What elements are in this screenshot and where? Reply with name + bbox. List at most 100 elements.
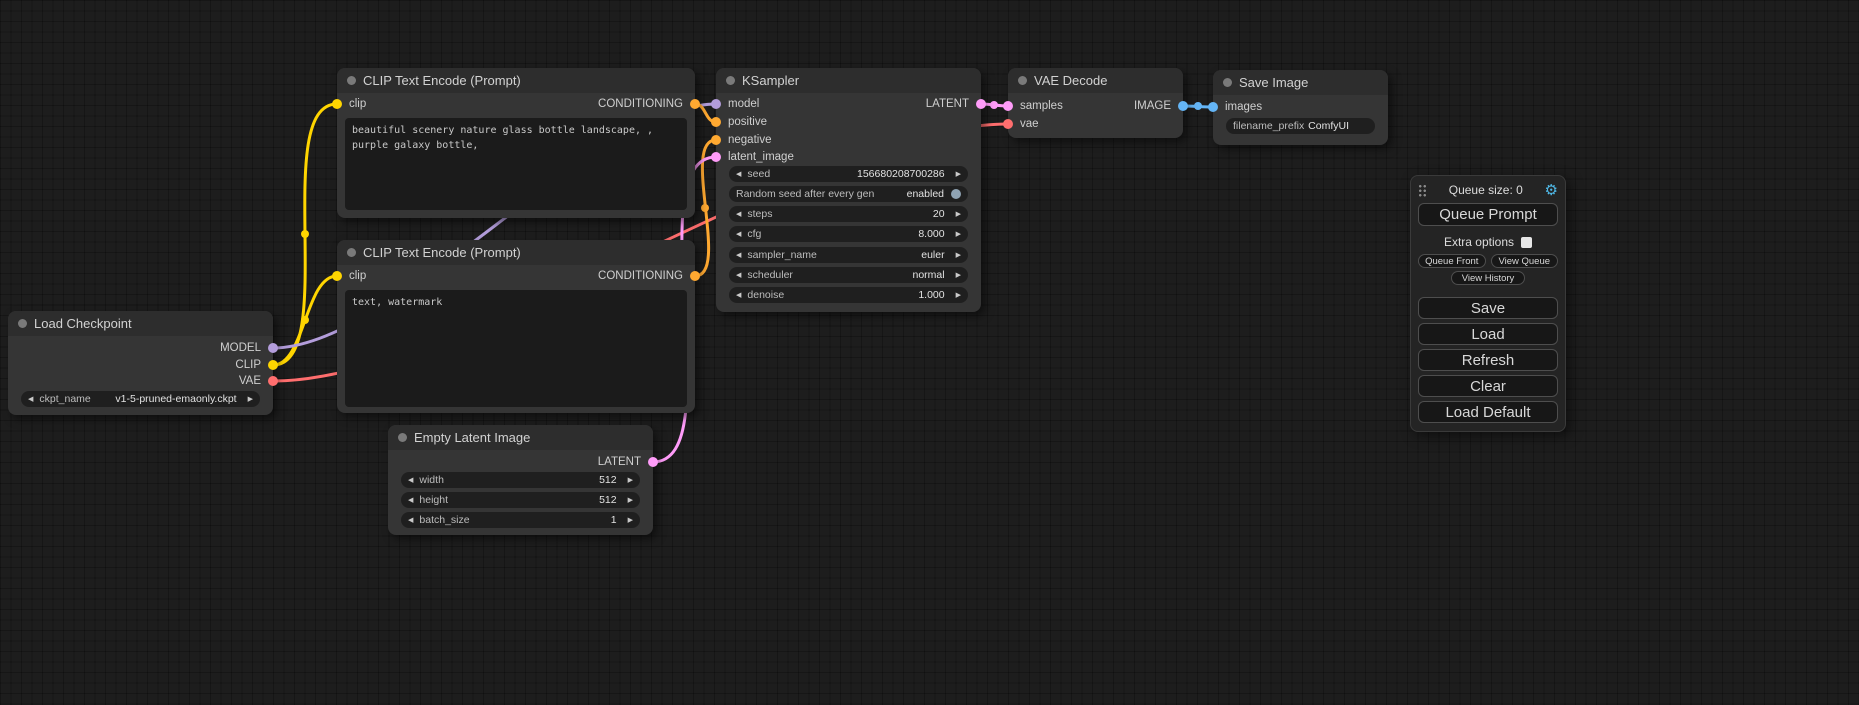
decrement-arrow-icon[interactable] — [28, 396, 33, 403]
decrement-arrow-icon[interactable] — [408, 497, 413, 504]
input-dot-negative[interactable] — [711, 135, 721, 145]
decrement-arrow-icon[interactable] — [736, 171, 741, 178]
widget-scheduler[interactable]: scheduler normal — [729, 267, 968, 283]
output-slot-clip: CLIP — [235, 358, 278, 372]
node-vae-decode[interactable]: VAE Decode samples vae IMAGE — [1008, 68, 1183, 138]
prompt-textarea[interactable]: text, watermark — [345, 290, 687, 407]
decrement-arrow-icon[interactable] — [736, 292, 741, 299]
input-dot-positive[interactable] — [711, 117, 721, 127]
slot-label: latent_image — [728, 151, 794, 163]
input-dot-vae[interactable] — [1003, 119, 1013, 129]
increment-arrow-icon[interactable] — [628, 497, 633, 504]
decrement-arrow-icon[interactable] — [408, 517, 413, 524]
node-titlebar[interactable]: VAE Decode — [1008, 68, 1183, 93]
increment-arrow-icon[interactable] — [956, 211, 961, 218]
slot-label: positive — [728, 116, 767, 128]
output-dot-vae[interactable] — [268, 376, 278, 386]
extra-options-checkbox[interactable] — [1521, 237, 1532, 248]
increment-arrow-icon[interactable] — [956, 272, 961, 279]
output-dot-conditioning[interactable] — [690, 271, 700, 281]
node-titlebar[interactable]: CLIP Text Encode (Prompt) — [337, 68, 695, 93]
node-titlebar[interactable]: Save Image — [1213, 70, 1388, 95]
widget-height[interactable]: height 512 — [401, 492, 640, 508]
widget-label: sampler_name — [747, 249, 816, 261]
load-default-button[interactable]: Load Default — [1418, 401, 1558, 423]
widget-value: 20 — [933, 208, 950, 220]
input-dot-clip[interactable] — [332, 271, 342, 281]
node-titlebar[interactable]: Load Checkpoint — [8, 311, 273, 336]
decrement-arrow-icon[interactable] — [736, 272, 741, 279]
decrement-arrow-icon[interactable] — [736, 211, 741, 218]
widget-label: cfg — [747, 228, 761, 240]
drag-handle-icon[interactable] — [1418, 184, 1427, 197]
output-dot-latent[interactable] — [648, 457, 658, 467]
input-dot-samples[interactable] — [1003, 101, 1013, 111]
node-empty-latent-image[interactable]: Empty Latent Image LATENT width 512 heig… — [388, 425, 653, 535]
increment-arrow-icon[interactable] — [628, 517, 633, 524]
slot-label: LATENT — [926, 98, 969, 110]
slot-label: CLIP — [235, 359, 261, 371]
widget-ckpt-name[interactable]: ckpt_name v1-5-pruned-emaonly.ckpt — [21, 391, 260, 407]
increment-arrow-icon[interactable] — [956, 292, 961, 299]
toggle-knob-icon[interactable] — [951, 189, 961, 199]
widget-seed[interactable]: seed 156680208700286 — [729, 166, 968, 182]
widget-label: steps — [747, 208, 772, 220]
refresh-button[interactable]: Refresh — [1418, 349, 1558, 371]
widget-value: 156680208700286 — [857, 168, 950, 180]
decrement-arrow-icon[interactable] — [408, 477, 413, 484]
settings-gear-icon[interactable] — [1545, 183, 1558, 198]
node-load-checkpoint[interactable]: Load Checkpoint MODEL CLIP VAE ckpt_name… — [8, 311, 273, 415]
widget-sampler-name[interactable]: sampler_name euler — [729, 247, 968, 263]
widget-value: normal — [913, 269, 950, 281]
output-dot-image[interactable] — [1178, 101, 1188, 111]
widget-random-seed-toggle[interactable]: Random seed after every gen enabled — [729, 186, 968, 202]
node-save-image[interactable]: Save Image images filename_prefix ComfyU… — [1213, 70, 1388, 145]
wire-middot-latent — [990, 101, 998, 109]
decrement-arrow-icon[interactable] — [736, 231, 741, 238]
queue-prompt-button[interactable]: Queue Prompt — [1418, 203, 1558, 226]
output-dot-clip[interactable] — [268, 360, 278, 370]
output-dot-conditioning[interactable] — [690, 99, 700, 109]
queue-front-button[interactable]: Queue Front — [1418, 254, 1486, 268]
increment-arrow-icon[interactable] — [628, 477, 633, 484]
widget-value: euler — [921, 249, 949, 261]
input-dot-latent-image[interactable] — [711, 152, 721, 162]
node-titlebar[interactable]: Empty Latent Image — [388, 425, 653, 450]
widget-label: ckpt_name — [39, 393, 90, 405]
node-ksampler[interactable]: KSampler model positive negative latent_… — [716, 68, 981, 312]
widget-cfg[interactable]: cfg 8.000 — [729, 226, 968, 242]
slot-label: clip — [349, 98, 366, 110]
prompt-textarea[interactable]: beautiful scenery nature glass bottle la… — [345, 118, 687, 210]
load-button[interactable]: Load — [1418, 323, 1558, 345]
increment-arrow-icon[interactable] — [956, 171, 961, 178]
input-dot-model[interactable] — [711, 99, 721, 109]
save-button[interactable]: Save — [1418, 297, 1558, 319]
node-graph-canvas[interactable]: Load Checkpoint MODEL CLIP VAE ckpt_name… — [0, 0, 1859, 705]
node-clip-text-encode-positive[interactable]: CLIP Text Encode (Prompt) clip CONDITION… — [337, 68, 695, 218]
widget-denoise[interactable]: denoise 1.000 — [729, 287, 968, 303]
node-titlebar[interactable]: KSampler — [716, 68, 981, 93]
widget-steps[interactable]: steps 20 — [729, 206, 968, 222]
node-title: Save Image — [1239, 75, 1308, 90]
increment-arrow-icon[interactable] — [956, 231, 961, 238]
input-dot-images[interactable] — [1208, 102, 1218, 112]
view-history-button[interactable]: View History — [1451, 271, 1525, 285]
clear-button[interactable]: Clear — [1418, 375, 1558, 397]
input-slot-vae: vae — [1003, 117, 1039, 131]
wire-middot-conditioning — [701, 204, 709, 212]
node-title: Load Checkpoint — [34, 316, 132, 331]
widget-label: denoise — [747, 289, 784, 301]
input-dot-clip[interactable] — [332, 99, 342, 109]
output-dot-latent[interactable] — [976, 99, 986, 109]
node-titlebar[interactable]: CLIP Text Encode (Prompt) — [337, 240, 695, 265]
widget-width[interactable]: width 512 — [401, 472, 640, 488]
increment-arrow-icon[interactable] — [956, 252, 961, 259]
increment-arrow-icon[interactable] — [248, 396, 253, 403]
widget-batch-size[interactable]: batch_size 1 — [401, 512, 640, 528]
widget-filename-prefix[interactable]: filename_prefix ComfyUI — [1226, 118, 1375, 134]
decrement-arrow-icon[interactable] — [736, 252, 741, 259]
output-dot-model[interactable] — [268, 343, 278, 353]
widget-label: batch_size — [419, 514, 469, 526]
view-queue-button[interactable]: View Queue — [1491, 254, 1559, 268]
node-clip-text-encode-negative[interactable]: CLIP Text Encode (Prompt) clip CONDITION… — [337, 240, 695, 413]
